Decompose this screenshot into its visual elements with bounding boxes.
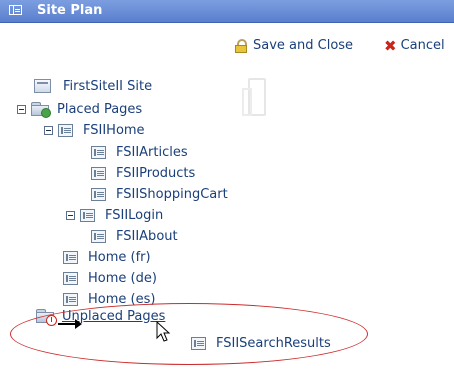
title-bar: Site Plan [0,0,454,23]
tree-item-fsiihome[interactable]: FSIIHome [44,122,145,138]
tree-item-label: FSIIProducts [116,165,196,181]
site-plan-icon [9,5,22,15]
close-x-icon: ✖ [384,36,397,55]
collapse-toggle-icon[interactable] [44,125,53,135]
page-icon [63,250,78,264]
page-icon [91,229,106,243]
tree-item-home-de[interactable]: Home (de) [63,270,157,286]
page-icon [91,166,106,180]
cancel-button[interactable]: ✖ Cancel [384,38,445,53]
tree-item-label: FSIIArticles [116,144,188,160]
tree-item-home-fr[interactable]: Home (fr) [63,249,151,265]
tree-item-fsiiarticles[interactable]: FSIIArticles [91,144,188,160]
save-and-close-button[interactable]: Save and Close [234,38,353,53]
window-title: Site Plan [37,3,103,18]
collapse-toggle-icon[interactable] [66,210,75,220]
tree-item-fsiilogin[interactable]: FSIILogin [66,207,163,223]
tree-item-label: Home (fr) [88,249,151,265]
tree-item-fsiiabout[interactable]: FSIIAbout [91,228,178,244]
tree-item-label: Home (de) [88,270,157,286]
collapse-toggle-icon[interactable] [17,104,26,114]
tree-item-label: FSIIHome [83,122,145,138]
save-and-close-label: Save and Close [253,38,354,53]
page-icon [63,292,78,306]
mouse-cursor-icon [156,321,171,342]
tree-item-placed-pages[interactable]: Placed Pages [17,101,143,118]
check-badge-icon [41,108,51,118]
warning-badge-icon [46,315,57,326]
page-icon [80,208,95,222]
cancel-label: Cancel [400,38,445,53]
tree-item-label: FSIILogin [105,207,164,223]
page-icon [58,123,73,137]
action-bar: Save and Close ✖ Cancel [0,38,454,56]
lock-icon [234,38,248,53]
tree-item-site-root[interactable]: FirstSiteII Site [34,78,152,94]
page-icon [91,187,106,201]
folder-icon [31,102,51,118]
watermark-graphic [242,78,266,116]
page-icon [63,271,78,285]
tree-item-fsiishoppingcart[interactable]: FSIIShoppingCart [91,186,228,202]
tree-item-fsiiproducts[interactable]: FSIIProducts [91,165,195,181]
tree-item-label: Placed Pages [57,101,143,117]
tree-item-label: FSIIAbout [116,228,178,244]
tree-item-label: FirstSiteII Site [63,78,153,94]
highlight-ellipse [10,303,368,365]
page-icon [91,145,106,159]
tree-item-label: FSIIShoppingCart [116,186,228,202]
site-icon [34,79,51,93]
arrow-icon [58,319,82,329]
